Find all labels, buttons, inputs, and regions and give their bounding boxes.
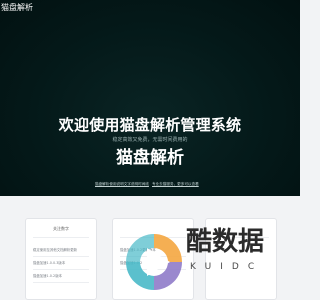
info-card-1: 关注数字 稳定使用至其他文档解析更新 猫盘加速1.0.0.3版本 猫盘加速1.0…: [25, 218, 97, 300]
card-divider: [33, 237, 89, 238]
card-divider: [33, 282, 89, 283]
hero-link-guide[interactable]: 猫盘解析使用说明文字说明时间线: [95, 182, 149, 187]
page-subtitle: 稳定高效又免费，无需时间费用的: [112, 137, 188, 143]
hero-link-more[interactable]: 专业去猫服务，更多可以查看: [152, 182, 199, 187]
card-list-item[interactable]: 猫盘加速1.0.2版本: [33, 274, 62, 279]
hero-links: 猫盘解析使用说明文字说明时间线 专业去猫服务，更多可以查看: [0, 182, 300, 190]
card-list-item[interactable]: 稳定使用至其他文档解析更新: [33, 248, 77, 253]
watermark-play-icon: [126, 234, 182, 290]
card-heading: 关注数字: [53, 226, 69, 231]
brand-logo[interactable]: 猫盘解析: [1, 3, 33, 13]
page-title: 欢迎使用猫盘解析管理系统: [58, 116, 242, 134]
card-divider: [33, 269, 89, 270]
hero-section: 猫盘解析 欢迎使用猫盘解析管理系统 稳定高效又免费，无需时间费用的 猫盘解析 猫…: [0, 0, 300, 196]
card-list-item[interactable]: 猫盘加速1.0.0.3版本: [33, 261, 65, 266]
watermark-subtext: KUIDC: [190, 262, 264, 272]
hero-logo-text: 猫盘解析: [116, 148, 184, 168]
watermark-text: 酷数据: [186, 227, 265, 257]
card-divider: [33, 256, 89, 257]
